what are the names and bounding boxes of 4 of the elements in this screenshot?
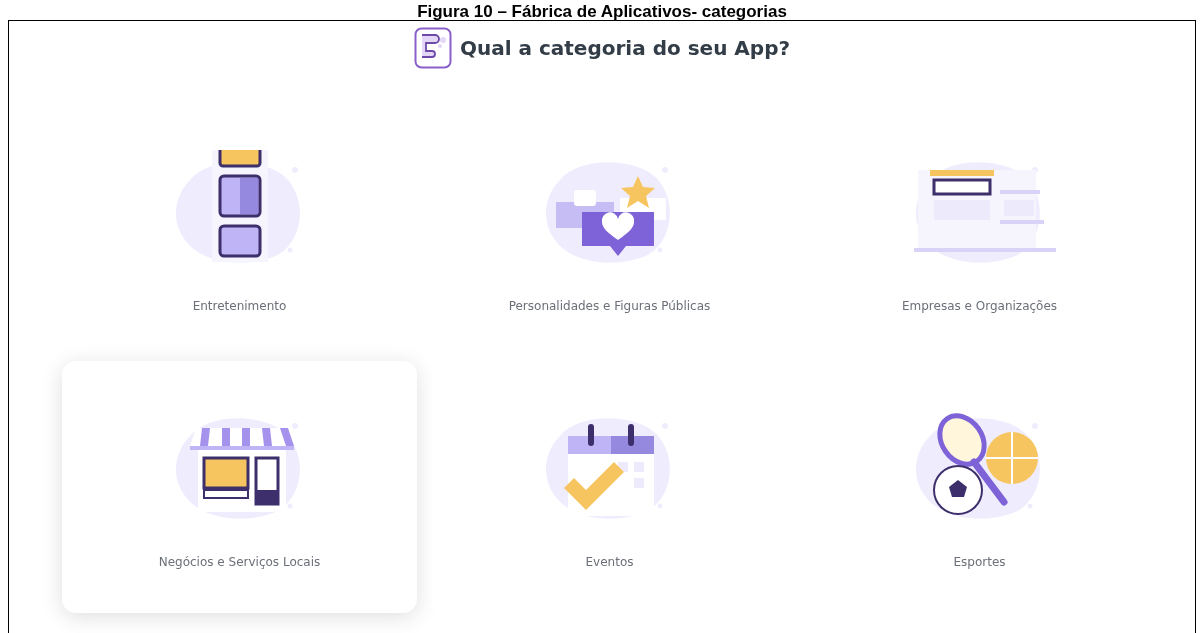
figure-caption: Figura 10 – Fábrica de Aplicativos- categorias <box>417 2 787 22</box>
app-logo-icon <box>413 27 452 69</box>
page-heading: Qual a categoria do seu App? <box>459 35 791 62</box>
category-card[interactable]: Negócios e Serviços Locais <box>62 361 417 613</box>
